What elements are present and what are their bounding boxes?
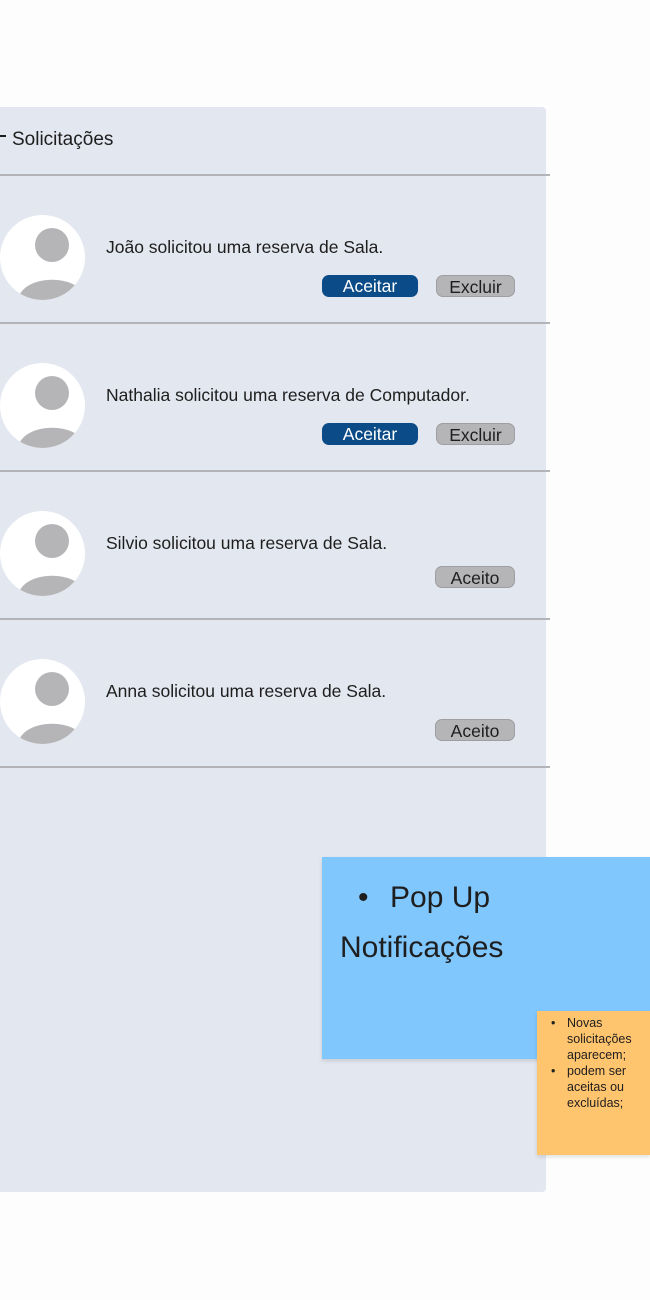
user-avatar-icon — [0, 659, 85, 744]
sticky-note-line-2: Notificações — [340, 931, 504, 964]
sticky-note-line-1: Pop Up — [390, 881, 491, 914]
user-avatar-icon — [0, 215, 85, 300]
panel-title: Solicitações — [12, 129, 114, 150]
request-message: Anna solicitou uma reserva de Sala. — [106, 681, 387, 701]
details-item: Novas solicitações aparecem; — [542, 1015, 650, 1063]
list-item: Nathalia solicitou uma reserva de Comput… — [0, 324, 550, 472]
collapse-icon[interactable] — [0, 135, 6, 137]
user-avatar-icon — [0, 511, 85, 596]
sticky-note-details: Novas solicitações aparecem; podem ser a… — [537, 1011, 650, 1155]
request-message: Silvio solicitou uma reserva de Sala. — [106, 533, 388, 553]
request-message: João solicitou uma reserva de Sala. — [106, 237, 384, 257]
details-list: Novas solicitações aparecem; podem ser a… — [542, 1015, 650, 1111]
request-message: Nathalia solicitou uma reserva de Comput… — [106, 385, 470, 405]
list-item: João solicitou uma reserva de Sala. Acei… — [0, 176, 550, 324]
accept-button[interactable]: Aceitar — [322, 423, 418, 445]
accept-button[interactable]: Aceitar — [322, 275, 418, 297]
panel-header[interactable]: Solicitações — [0, 107, 550, 176]
delete-button[interactable]: Excluir — [436, 275, 515, 297]
bullet: • — [358, 881, 369, 914]
accepted-status-badge: Aceito — [435, 566, 515, 588]
accepted-status-badge: Aceito — [435, 719, 515, 741]
list-item: Anna solicitou uma reserva de Sala. Acei… — [0, 620, 550, 768]
list-item: Silvio solicitou uma reserva de Sala. Ac… — [0, 472, 550, 620]
details-item: podem ser aceitas ou excluídas; — [542, 1063, 650, 1111]
delete-button[interactable]: Excluir — [436, 423, 515, 445]
user-avatar-icon — [0, 363, 85, 448]
